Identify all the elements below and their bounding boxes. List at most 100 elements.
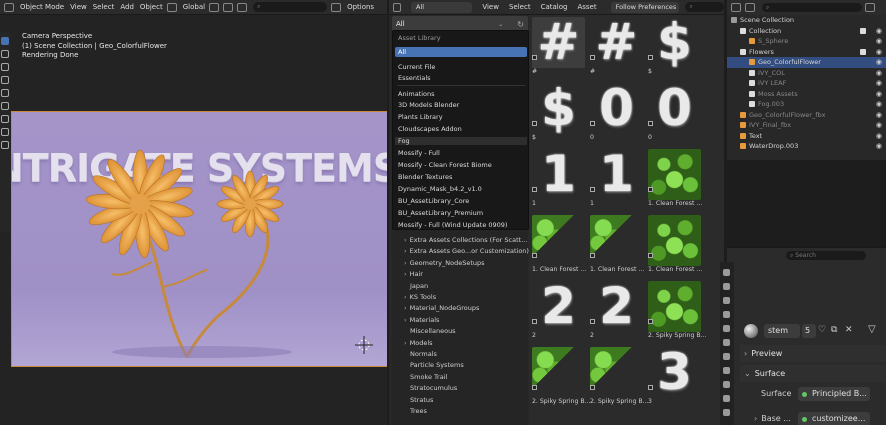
surface-panel-header[interactable]: ⌄ Surface bbox=[740, 365, 886, 382]
measure-tool-icon[interactable] bbox=[1, 128, 9, 136]
asset-tile[interactable]: 22 bbox=[531, 280, 586, 340]
options-menu[interactable]: Options bbox=[347, 3, 374, 11]
filter-icon[interactable] bbox=[865, 3, 875, 12]
library-option[interactable]: Essentials bbox=[398, 74, 431, 82]
library-option[interactable]: Animations bbox=[398, 90, 435, 98]
pivot-icon[interactable] bbox=[209, 2, 220, 12]
render-tab-icon[interactable] bbox=[723, 283, 730, 290]
outliner-row[interactable]: Collection ◉ bbox=[727, 26, 886, 37]
asset-tile[interactable]: 2. Spiky Spring B... bbox=[531, 346, 590, 406]
editor-type-icon[interactable] bbox=[731, 3, 741, 12]
view-layer-tab-icon[interactable] bbox=[723, 311, 730, 318]
catalog-item[interactable]: › Hair bbox=[404, 270, 423, 278]
refresh-icon[interactable]: ↻ bbox=[517, 20, 524, 29]
outliner-row[interactable]: S_Sphere ◉ bbox=[727, 36, 886, 47]
asset-tile[interactable]: $ $ bbox=[531, 82, 586, 142]
chevron-right-icon[interactable]: › bbox=[404, 316, 407, 324]
outliner-row[interactable]: Geo_ColorfulFlower_fbx ◉ bbox=[727, 110, 886, 121]
visibility-eye-icon[interactable]: ◉ bbox=[876, 79, 882, 87]
catalog-item[interactable]: › Extra Assets Collections (For Scatt... bbox=[404, 236, 527, 244]
chevron-right-icon[interactable]: › bbox=[404, 304, 407, 312]
annotate-tool-icon[interactable] bbox=[1, 115, 9, 123]
menu-select[interactable]: Select bbox=[509, 3, 531, 11]
library-option-hovered[interactable]: Fog bbox=[395, 137, 527, 145]
asset-tile[interactable]: 2. Spiky Spring B... bbox=[589, 346, 648, 406]
material-tab-icon[interactable] bbox=[723, 409, 730, 416]
preview-panel-header[interactable]: › Preview bbox=[740, 345, 886, 362]
outliner-row[interactable]: IVY LEAF ◉ bbox=[727, 78, 886, 89]
menu-view[interactable]: View bbox=[482, 3, 499, 11]
world-tab-icon[interactable] bbox=[723, 339, 730, 346]
asset-tile[interactable]: 2. Spiky Spring B... bbox=[647, 280, 706, 340]
surface-shader-field[interactable]: Principled B... bbox=[798, 387, 870, 401]
menu-add[interactable]: Add bbox=[120, 3, 134, 11]
outliner-row[interactable]: Text ◉ bbox=[727, 131, 886, 142]
visibility-eye-icon[interactable]: ◉ bbox=[876, 132, 882, 140]
catalog-item[interactable]: Stratus bbox=[410, 396, 433, 404]
catalog-item[interactable]: Japan bbox=[410, 282, 428, 290]
chevron-right-icon[interactable]: › bbox=[404, 247, 407, 255]
library-option-all[interactable]: All bbox=[395, 47, 527, 57]
chevron-right-icon[interactable]: › bbox=[404, 259, 407, 267]
library-option[interactable]: Mossify - Clean Forest Biome bbox=[398, 161, 492, 169]
camera-frame[interactable]: NTRIGATE SYSTEMS bbox=[11, 111, 387, 367]
chevron-right-icon[interactable]: › bbox=[404, 293, 407, 301]
outliner-row[interactable]: IVY_Final_fbx ◉ bbox=[727, 120, 886, 131]
browse-node-icon[interactable]: ▽ bbox=[868, 324, 876, 335]
asset-tile[interactable]: 22 bbox=[589, 280, 644, 340]
cursor-tool-icon[interactable] bbox=[1, 50, 9, 58]
asset-tile[interactable]: 1. Clean Forest ... bbox=[589, 214, 644, 274]
catalog-item[interactable]: › Material_NodeGroups bbox=[404, 304, 479, 312]
menu-asset[interactable]: Asset bbox=[577, 3, 596, 11]
library-option[interactable]: 3D Models Blender bbox=[398, 101, 459, 109]
visibility-eye-icon[interactable]: ◉ bbox=[876, 27, 882, 35]
asset-tile[interactable]: 1. Clean Forest ... bbox=[531, 214, 586, 274]
object-tab-icon[interactable] bbox=[723, 353, 730, 360]
outliner-row[interactable]: IVY_COL ◉ bbox=[727, 68, 886, 79]
catalog-item[interactable]: › Materials bbox=[404, 316, 439, 324]
viewport-search-input[interactable]: ⌕ bbox=[253, 2, 328, 12]
library-option[interactable]: Mossify - Full (Wind Update 0909) bbox=[398, 221, 507, 229]
asset-tile[interactable]: 11 bbox=[589, 148, 644, 208]
outliner-row[interactable]: Fog.003 ◉ bbox=[727, 99, 886, 110]
visibility-eye-icon[interactable]: ◉ bbox=[876, 58, 882, 66]
unlink-icon[interactable]: ✕ bbox=[845, 325, 853, 335]
menu-select[interactable]: Select bbox=[93, 3, 115, 11]
catalog-item[interactable]: Miscellaneous bbox=[410, 327, 456, 335]
material-users-count[interactable]: 5 bbox=[802, 324, 816, 338]
material-preview-icon[interactable] bbox=[744, 324, 758, 338]
outliner-search-input[interactable]: ⌕ bbox=[762, 3, 862, 12]
physics-tab-icon[interactable] bbox=[723, 395, 730, 402]
library-option[interactable]: Current File bbox=[398, 63, 435, 71]
library-option[interactable]: BU_AssetLibrary_Core bbox=[398, 197, 469, 205]
outliner-row[interactable]: Geo_ColorfulFlower ◉ bbox=[727, 57, 886, 68]
exclude-checkbox[interactable] bbox=[860, 27, 866, 34]
base-color-field[interactable]: customizee... bbox=[798, 412, 870, 425]
menu-catalog[interactable]: Catalog bbox=[541, 3, 568, 11]
snap-icon[interactable] bbox=[223, 2, 234, 12]
catalog-item[interactable]: Particle Systems bbox=[410, 361, 464, 369]
fake-user-icon[interactable]: ♡ bbox=[818, 325, 826, 335]
outliner-row[interactable]: Scene Collection bbox=[727, 15, 886, 26]
orientation-selector[interactable]: Global bbox=[183, 3, 205, 11]
catalog-item[interactable]: › Extra Assets Geo...or Customization) bbox=[404, 247, 529, 255]
proportional-edit-icon[interactable] bbox=[237, 2, 248, 12]
asset-search-input[interactable]: ⌕ bbox=[685, 2, 724, 12]
visibility-eye-icon[interactable]: ◉ bbox=[876, 90, 882, 98]
menu-view[interactable]: View bbox=[70, 3, 87, 11]
scale-tool-icon[interactable] bbox=[1, 89, 9, 97]
visibility-eye-icon[interactable]: ◉ bbox=[876, 48, 882, 56]
asset-tile[interactable]: 33 bbox=[647, 346, 702, 406]
output-tab-icon[interactable] bbox=[723, 297, 730, 304]
select-tool-icon[interactable] bbox=[1, 37, 9, 45]
transform-orientation-icon[interactable] bbox=[166, 2, 177, 12]
visibility-eye-icon[interactable]: ◉ bbox=[876, 142, 882, 150]
menu-object[interactable]: Object bbox=[140, 3, 163, 11]
library-option[interactable]: Mossify - Full bbox=[398, 149, 440, 157]
filter-icon[interactable] bbox=[331, 2, 342, 12]
transform-tool-icon[interactable] bbox=[1, 102, 9, 110]
asset-tile[interactable]: 00 bbox=[589, 82, 644, 142]
editor-type-icon[interactable] bbox=[393, 2, 402, 12]
move-tool-icon[interactable] bbox=[1, 63, 9, 71]
library-option[interactable]: Plants Library bbox=[398, 113, 443, 121]
